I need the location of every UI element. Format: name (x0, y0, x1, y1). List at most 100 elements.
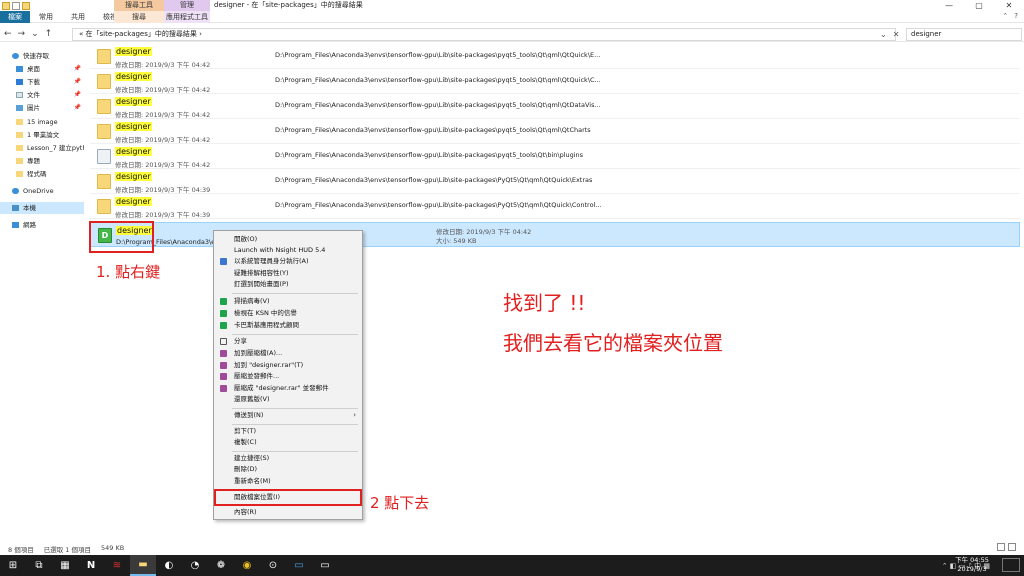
window-title: designer - 在「site-packages」中的搜尋結果 (214, 1, 363, 9)
properties-icon[interactable] (12, 1, 20, 10)
menu-item-delete[interactable]: 刪除(D) (214, 464, 362, 475)
menu-item-compress-rar-email[interactable]: 壓縮成 "designer.rar" 並發郵件 (214, 383, 362, 394)
forward-arrow-icon[interactable]: → (18, 28, 26, 40)
sidebar-item-15-image[interactable]: 15 image (0, 116, 84, 128)
menu-item-cut[interactable]: 剪下(T) (214, 426, 362, 437)
menu-item-create-shortcut[interactable]: 建立捷徑(S) (214, 453, 362, 464)
address-dropdown-icon[interactable]: ⌄ (880, 28, 887, 41)
calculator-icon[interactable]: ▦ (52, 555, 78, 576)
menu-item-troubleshoot[interactable]: 疑難排解相容性(Y) (214, 268, 362, 279)
clock[interactable]: 下午 04:55 2019/9/3 (952, 556, 992, 574)
up-arrow-icon[interactable]: ↑ (45, 28, 53, 40)
notification-icon[interactable] (1002, 558, 1020, 572)
maximize-button[interactable]: ▢ (964, 0, 994, 11)
pin-icon: 📌 (73, 78, 81, 85)
folder-icon (16, 119, 23, 125)
menu-item-send-to[interactable]: 傳送到(N) › (214, 410, 362, 421)
chrome-icon[interactable]: ◉ (234, 555, 260, 576)
sidebar-item-pictures[interactable]: 圖片 📌 (0, 102, 84, 114)
navigation-pane: 快速存取 桌面 📌 下載 📌 文件 📌 圖片 📌 15 image 1 畢業論文 Les… (0, 50, 84, 250)
start-icon[interactable]: ⊞ (0, 555, 26, 576)
menu-item-pin-start[interactable]: 釘選到開始畫面(P) (214, 279, 362, 290)
help-icon[interactable]: ? (1014, 12, 1018, 20)
new-folder-icon[interactable] (22, 1, 30, 10)
result-row[interactable]: designer 修改日期: 2019/9/3 下午 04:42 D:\Prog… (90, 119, 1020, 144)
menu-item-properties[interactable]: 內容(R) (214, 507, 362, 518)
file-explorer-icon[interactable]: ▬ (130, 555, 156, 576)
menu-item-label: 分享 (234, 337, 247, 345)
sidebar-item-lesson-7[interactable]: Lesson_7 建立pyth (0, 142, 84, 154)
menu-item-rename[interactable]: 重新命名(M) (214, 476, 362, 487)
sidebar-item-label: 快速存取 (23, 52, 49, 60)
sidebar-item-quick-access[interactable]: 快速存取 (0, 50, 84, 62)
expand-ribbon-icon[interactable]: ⌃ (1002, 12, 1008, 20)
result-row[interactable]: designer 修改日期: 2019/9/3 下午 04:42 D:\Prog… (90, 144, 1020, 169)
menu-separator (232, 408, 358, 409)
folder-icon[interactable] (2, 1, 10, 10)
app6-icon[interactable]: ▭ (286, 555, 312, 576)
menu-item-compress-email[interactable]: 壓縮並發郵件... (214, 371, 362, 382)
menu-item-add-archive[interactable]: 加到壓縮檔(A)... (214, 348, 362, 359)
details-view-icon[interactable] (997, 543, 1005, 551)
sidebar-item-downloads[interactable]: 下載 📌 (0, 76, 84, 88)
terminal-icon[interactable]: ▭ (312, 555, 338, 576)
annotation-step1: 1. 點右鍵 (96, 263, 161, 281)
menu-item-scan-virus[interactable]: 掃描病毒(V) (214, 296, 362, 307)
menu-item-share[interactable]: 分享 (214, 336, 362, 347)
cloud-icon (12, 188, 19, 194)
address-bar[interactable]: « 在「site-packages」中的搜尋結果 › (72, 28, 896, 41)
menu-item-restore-version[interactable]: 還原舊版(V) (214, 394, 362, 405)
menu-item-add-rar[interactable]: 加到 "designer.rar"(T) (214, 360, 362, 371)
menu-item-ksn[interactable]: 檢視在 KSN 中的信譽 (214, 308, 362, 319)
nvidia-icon[interactable]: N (78, 555, 104, 576)
folder-icon (16, 171, 23, 177)
result-modified: 修改日期: 2019/9/3 下午 04:42 (115, 136, 211, 144)
sidebar-item-label: 程式碼 (27, 170, 47, 178)
sidebar-item-project[interactable]: 專題 (0, 155, 84, 167)
app4-icon[interactable]: ❁ (208, 555, 234, 576)
tab-application-tools[interactable]: 應用程式工具 (164, 11, 210, 23)
annotation-box-selected (89, 221, 154, 253)
result-size: 大小: 549 KB (436, 237, 477, 245)
app-icon[interactable]: ≋ (104, 555, 130, 576)
result-row[interactable]: designer 修改日期: 2019/9/3 下午 04:42 D:\Prog… (90, 94, 1020, 119)
tab-search[interactable]: 搜尋 (114, 11, 164, 23)
sidebar-item-documents[interactable]: 文件 📌 (0, 89, 84, 101)
result-row[interactable]: designer 修改日期: 2019/9/3 下午 04:39 D:\Prog… (90, 194, 1020, 219)
sidebar-item-this-pc[interactable]: 本機 (0, 202, 84, 214)
sidebar-item-code[interactable]: 程式碼 (0, 168, 84, 180)
close-button[interactable]: ✕ (994, 0, 1024, 11)
sidebar-item-onedrive[interactable]: OneDrive (0, 185, 84, 197)
back-arrow-icon[interactable]: ← (4, 28, 12, 40)
sidebar-item-thesis[interactable]: 1 畢業論文 (0, 129, 84, 141)
result-name: designer (115, 197, 152, 206)
ribbon-tabs: 檔案 常用 共用 檢視 搜尋 應用程式工具 (0, 11, 1024, 23)
app5-icon[interactable]: ⊙ (260, 555, 286, 576)
tab-home[interactable]: 常用 (30, 11, 62, 23)
result-row[interactable]: designer 修改日期: 2019/9/3 下午 04:42 D:\Prog… (90, 44, 1020, 69)
clear-search-icon[interactable]: ✕ (893, 28, 900, 41)
app3-icon[interactable]: ◔ (182, 555, 208, 576)
folder-icon (97, 99, 111, 114)
sidebar-item-desktop[interactable]: 桌面 📌 (0, 63, 84, 75)
menu-item-nsight[interactable]: Launch with Nsight HUD 5.4 (214, 245, 362, 256)
tab-share[interactable]: 共用 (62, 11, 94, 23)
menu-item-label: 以系統管理員身分執行(A) (234, 257, 309, 265)
result-modified: 修改日期: 2019/9/3 下午 04:42 (115, 111, 211, 119)
menu-item-open[interactable]: 開啟(O) (214, 234, 362, 245)
tab-file[interactable]: 檔案 (0, 11, 30, 23)
menu-item-run-as-admin[interactable]: 以系統管理員身分執行(A) (214, 256, 362, 267)
large-icons-view-icon[interactable] (1008, 543, 1016, 551)
result-name: designer (115, 47, 152, 56)
result-row[interactable]: designer 修改日期: 2019/9/3 下午 04:42 D:\Prog… (90, 69, 1020, 94)
result-name: designer (115, 172, 152, 181)
search-input[interactable]: designer (906, 28, 1022, 41)
app2-icon[interactable]: ◐ (156, 555, 182, 576)
result-row[interactable]: designer 修改日期: 2019/9/3 下午 04:39 D:\Prog… (90, 169, 1020, 194)
task-view-icon[interactable]: ⧉ (26, 555, 52, 576)
recent-locations-icon[interactable]: ⌄ (31, 28, 39, 40)
menu-item-copy[interactable]: 複製(C) (214, 437, 362, 448)
sidebar-item-network[interactable]: 網路 (0, 219, 84, 231)
minimize-button[interactable]: — (934, 0, 964, 11)
menu-item-app-advisor[interactable]: 卡巴斯基應用程式顧問 (214, 320, 362, 331)
